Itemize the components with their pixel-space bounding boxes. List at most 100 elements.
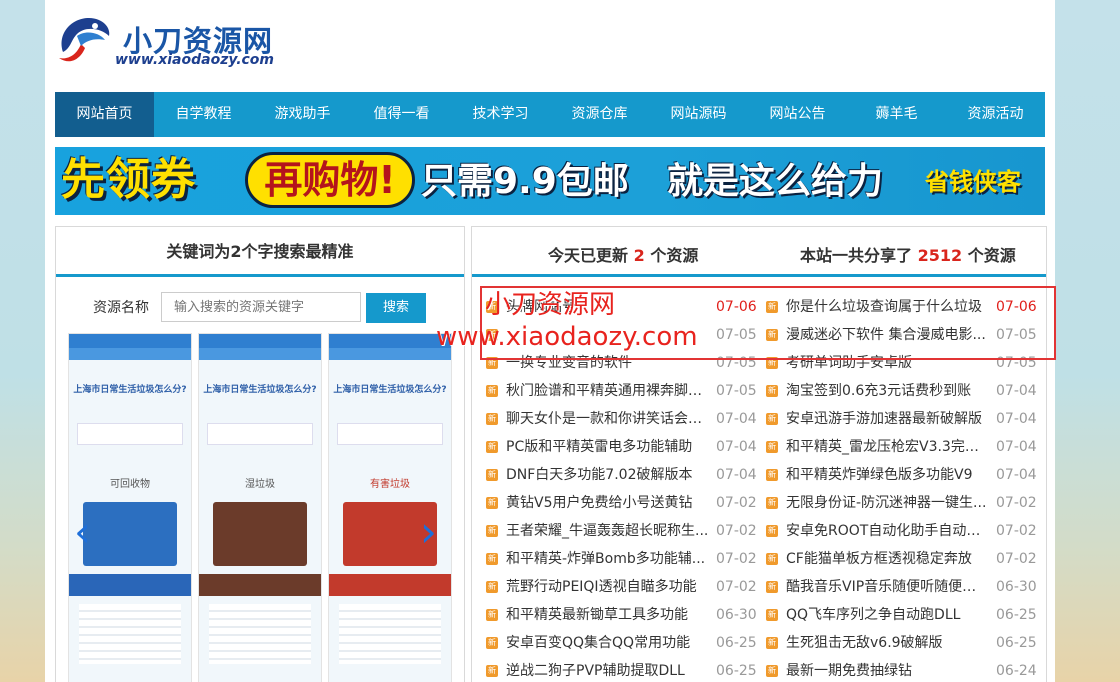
main-nav: 网站首页 自学教程 游戏助手 值得一看 技术学习 资源仓库 网站源码 网站公告 …: [55, 92, 1045, 137]
slide-category: 有害垃圾: [370, 479, 410, 490]
list-item-title[interactable]: 王者荣耀_牛逼轰轰超长昵称生...: [506, 517, 710, 545]
list-item-title[interactable]: QQ飞车序列之争自动跑DLL: [786, 601, 990, 629]
carousel-slide[interactable]: 上海市日常生活垃圾怎么分? 湿垃圾: [198, 333, 322, 682]
search-label: 资源名称: [93, 300, 149, 316]
list-item-date: 07-02: [716, 523, 757, 539]
list-item[interactable]: 新最新一期免费抽绿钻 06-24: [762, 657, 1042, 682]
list-item[interactable]: 新聊天女仆是一款和你讲笑话会陪... 07-04: [482, 405, 762, 433]
new-badge-icon: 新: [766, 385, 778, 397]
list-item-title[interactable]: 和平精英-炸弹Bomb多功能辅...: [506, 545, 710, 573]
new-badge-icon: 新: [486, 441, 498, 453]
list-item[interactable]: 新王者荣耀_牛逼轰轰超长昵称生... 07-02: [482, 517, 762, 545]
carousel-next-icon[interactable]: ›: [420, 511, 437, 553]
nav-item-game-helpers[interactable]: 游戏助手: [253, 92, 352, 137]
list-item[interactable]: 新安卓迅游手游加速器最新破解版 07-04: [762, 405, 1042, 433]
new-badge-icon: 新: [766, 413, 778, 425]
list-item[interactable]: 新淘宝签到0.6充3元话费秒到账 07-04: [762, 377, 1042, 405]
total-prefix: 本站一共分享了: [800, 246, 913, 265]
nav-item-freebies[interactable]: 薅羊毛: [847, 92, 946, 137]
phone-nav-bar: [69, 348, 191, 360]
nav-item-activities[interactable]: 资源活动: [946, 92, 1045, 137]
phone-nav-bar: [199, 348, 321, 360]
list-item-title[interactable]: CF能猫单板方框透视稳定奔放: [786, 545, 990, 573]
list-item-title[interactable]: 荒野行动PEIQI透视自瞄多功能: [506, 573, 710, 601]
nav-item-source-code[interactable]: 网站源码: [649, 92, 748, 137]
slide-category: 可回收物: [110, 479, 150, 490]
list-item[interactable]: 新荒野行动PEIQI透视自瞄多功能 07-02: [482, 573, 762, 601]
list-item[interactable]: 新安卓免ROOT自动化助手自动点击 07-02: [762, 517, 1042, 545]
new-badge-icon: 新: [766, 609, 778, 621]
new-badge-icon: 新: [766, 637, 778, 649]
list-item[interactable]: 新 DNF白天多功能7.02破解版本 07-04: [482, 461, 762, 489]
nav-item-resources[interactable]: 资源仓库: [550, 92, 649, 137]
wet-waste-icon: [213, 502, 307, 566]
new-badge-icon: 新: [486, 553, 498, 565]
list-item-title[interactable]: 安卓免ROOT自动化助手自动点击: [786, 517, 990, 545]
list-item-title[interactable]: 逆战二狗子PVP辅助提取DLL: [506, 657, 710, 682]
list-item-title[interactable]: 酷我音乐VIP音乐随便听随便下载: [786, 573, 990, 601]
list-item[interactable]: 新 PC版和平精英雷电多功能辅助 07-04: [482, 433, 762, 461]
list-item[interactable]: 新和平精英最新锄草工具多功能 06-30: [482, 601, 762, 629]
new-badge-icon: 新: [486, 525, 498, 537]
list-item-title[interactable]: 聊天女仆是一款和你讲笑话会陪...: [506, 405, 710, 433]
list-item-date: 07-02: [716, 579, 757, 595]
list-item[interactable]: 新和平精英炸弹绿色版多功能V9 07-04: [762, 461, 1042, 489]
list-item[interactable]: 新 QQ飞车序列之争自动跑DLL 06-25: [762, 601, 1042, 629]
list-item-date: 06-30: [996, 579, 1037, 595]
promo-banner[interactable]: 先领券 再购物! 只需9.9包邮 就是这么给力 省钱侠客: [55, 147, 1045, 215]
list-item-title[interactable]: DNF白天多功能7.02破解版本: [506, 461, 710, 489]
slide-text-lines: [79, 604, 181, 664]
list-item-title[interactable]: 无限身份证-防沉迷神器一键生...: [786, 489, 990, 517]
list-item-title[interactable]: 和平精英_雷龙压枪宏V3.3完美...: [786, 433, 990, 461]
new-badge-icon: 新: [766, 469, 778, 481]
today-count: 2: [633, 246, 645, 265]
phone-nav-bar: [329, 348, 451, 360]
list-item-title[interactable]: 安卓迅游手游加速器最新破解版: [786, 405, 990, 433]
list-item[interactable]: 新安卓百变QQ集合QQ常用功能 06-25: [482, 629, 762, 657]
list-item-title[interactable]: PC版和平精英雷电多功能辅助: [506, 433, 710, 461]
list-item-date: 07-04: [996, 439, 1037, 455]
list-item[interactable]: 新黄钻V5用户免费给小号送黄钻 07-02: [482, 489, 762, 517]
site-logo[interactable]: 小刀资源网 www.xiaodaozy.com: [55, 12, 315, 74]
carousel-prev-icon[interactable]: ‹: [74, 511, 91, 553]
list-item[interactable]: 新生死狙击无敌v6.9破解版 06-25: [762, 629, 1042, 657]
list-item-date: 07-02: [996, 551, 1037, 567]
list-item[interactable]: 新无限身份证-防沉迷神器一键生... 07-02: [762, 489, 1042, 517]
list-item-title[interactable]: 淘宝签到0.6充3元话费秒到账: [786, 377, 990, 405]
list-item[interactable]: 新和平精英-炸弹Bomb多功能辅... 07-02: [482, 545, 762, 573]
new-badge-icon: 新: [486, 581, 498, 593]
recycle-icon: [83, 502, 177, 566]
search-input[interactable]: [161, 292, 361, 322]
list-item[interactable]: 新逆战二狗子PVP辅助提取DLL 06-25: [482, 657, 762, 682]
slide-search-box: [337, 423, 443, 445]
list-item[interactable]: 新酷我音乐VIP音乐随便听随便下载 06-30: [762, 573, 1042, 601]
new-badge-icon: 新: [766, 665, 778, 677]
list-item-date: 07-04: [716, 411, 757, 427]
nav-item-home[interactable]: 网站首页: [55, 92, 154, 137]
list-item-title[interactable]: 秋门脸谱和平精英通用裸奔脚本...: [506, 377, 710, 405]
list-item-title[interactable]: 生死狙击无敌v6.9破解版: [786, 629, 990, 657]
today-count-heading: 今天已更新 2 个资源: [548, 242, 698, 266]
search-row: 资源名称 搜索: [56, 291, 464, 323]
list-item[interactable]: 新秋门脸谱和平精英通用裸奔脚本... 07-05: [482, 377, 762, 405]
list-item[interactable]: 新和平精英_雷龙压枪宏V3.3完美... 07-04: [762, 433, 1042, 461]
list-item-date: 07-02: [716, 495, 757, 511]
list-item-title[interactable]: 安卓百变QQ集合QQ常用功能: [506, 629, 710, 657]
list-item-title[interactable]: 和平精英炸弹绿色版多功能V9: [786, 461, 990, 489]
list-item-title[interactable]: 和平精英最新锄草工具多功能: [506, 601, 710, 629]
new-badge-icon: 新: [486, 637, 498, 649]
nav-item-worth-seeing[interactable]: 值得一看: [352, 92, 451, 137]
total-count: 2512: [917, 246, 963, 265]
nav-item-announcements[interactable]: 网站公告: [748, 92, 847, 137]
list-item-date: 07-04: [716, 439, 757, 455]
slide-strip: [199, 574, 321, 596]
new-badge-icon: 新: [486, 385, 498, 397]
list-item-title[interactable]: 黄钻V5用户免费给小号送黄钻: [506, 489, 710, 517]
search-panel-heading: 关键词为2个字搜索最精准: [56, 227, 464, 277]
list-item[interactable]: 新 CF能猫单板方框透视稳定奔放 07-02: [762, 545, 1042, 573]
slide-strip: [69, 574, 191, 596]
list-item-title[interactable]: 最新一期免费抽绿钻: [786, 657, 990, 682]
nav-item-tutorials[interactable]: 自学教程: [154, 92, 253, 137]
search-button[interactable]: 搜索: [366, 293, 426, 323]
nav-item-tech[interactable]: 技术学习: [451, 92, 550, 137]
